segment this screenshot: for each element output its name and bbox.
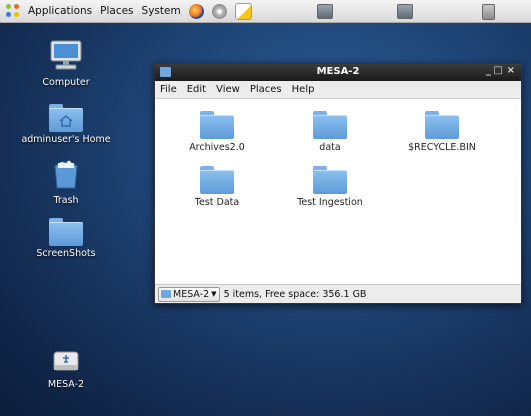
folder-icon	[313, 111, 347, 139]
drive-icon	[53, 351, 79, 371]
menu-edit[interactable]: Edit	[182, 84, 211, 95]
folder-item[interactable]: Test Data	[167, 166, 267, 208]
text-editor-launcher-icon[interactable]	[234, 2, 252, 20]
folder-icon	[200, 166, 234, 194]
status-text: 5 items, Free space: 356.1 GB	[223, 288, 367, 300]
location-value: MESA-2	[173, 288, 210, 300]
folder-label: data	[319, 142, 341, 153]
folder-label: Archives2.0	[189, 142, 245, 153]
desktop-trash[interactable]: Trash	[18, 160, 114, 206]
close-button[interactable]: ×	[507, 65, 515, 76]
top-panel: Applications Places System	[0, 0, 531, 23]
network-tray-icon[interactable]	[317, 4, 333, 19]
folder-item[interactable]: data	[280, 111, 380, 153]
trash-icon	[54, 160, 78, 189]
folder-item[interactable]: Archives2.0	[167, 111, 267, 153]
trash-label: Trash	[53, 195, 79, 206]
menu-places[interactable]: Places	[245, 84, 287, 95]
desktop-screenshots[interactable]: ScreenShots	[18, 218, 114, 259]
folder-icon	[200, 111, 234, 139]
screenshots-label: ScreenShots	[36, 248, 96, 259]
window-titlebar[interactable]: MESA-2 _ □ ×	[155, 64, 521, 81]
file-manager-window: MESA-2 _ □ × File Edit View Places Help …	[154, 63, 522, 304]
drive-small-icon	[161, 290, 171, 298]
maximize-button[interactable]: □	[494, 65, 503, 76]
computer-label: Computer	[42, 77, 90, 88]
desktop-mesa-drive[interactable]: MESA-2	[18, 350, 114, 390]
battery-tray-icon[interactable]	[397, 4, 413, 19]
mesa-drive-label: MESA-2	[47, 379, 85, 390]
folder-icon	[313, 166, 347, 194]
file-view[interactable]: Archives2.0 data $RECYCLE.BIN Test Data …	[155, 99, 521, 285]
location-dropdown[interactable]: MESA-2 ▼	[158, 286, 220, 302]
window-title: MESA-2	[316, 66, 360, 77]
statusbar: MESA-2 ▼ 5 items, Free space: 356.1 GB	[155, 284, 521, 303]
firefox-launcher-icon[interactable]	[188, 3, 204, 19]
trash-applet-icon[interactable]	[482, 4, 495, 20]
settings-launcher-icon[interactable]	[211, 3, 227, 19]
menu-view[interactable]: View	[211, 84, 245, 95]
screenshots-folder-icon	[49, 218, 83, 246]
computer-icon	[50, 40, 82, 70]
folder-item[interactable]: $RECYCLE.BIN	[392, 111, 492, 153]
gnome-foot-icon[interactable]	[6, 4, 20, 18]
folder-label: Test Data	[194, 197, 240, 208]
folder-icon	[425, 111, 459, 139]
desktop-home[interactable]: adminuser's Home	[18, 104, 114, 145]
desktop-computer[interactable]: Computer	[18, 40, 114, 88]
folder-label: Test Ingestion	[297, 197, 363, 208]
menu-file[interactable]: File	[155, 84, 182, 95]
folder-item[interactable]: Test Ingestion	[280, 166, 380, 208]
places-menu[interactable]: Places	[96, 0, 137, 22]
menubar: File Edit View Places Help	[155, 81, 521, 99]
system-menu[interactable]: System	[138, 0, 185, 22]
home-label: adminuser's Home	[21, 134, 111, 145]
applications-menu[interactable]: Applications	[24, 0, 96, 22]
minimize-button[interactable]: _	[486, 65, 491, 76]
home-folder-icon	[49, 104, 83, 132]
chevron-down-icon: ▼	[211, 290, 217, 298]
folder-label: $RECYCLE.BIN	[408, 142, 476, 153]
menu-help[interactable]: Help	[287, 84, 320, 95]
